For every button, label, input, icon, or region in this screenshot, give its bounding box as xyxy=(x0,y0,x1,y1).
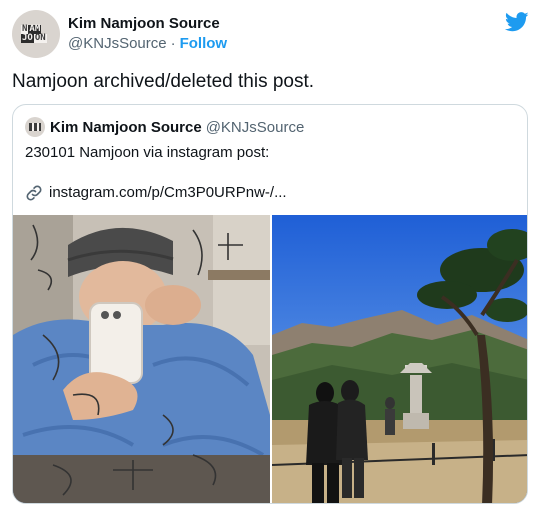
tweet-header: N AM JO ON Kim Namjoon Source @KNJsSource … xyxy=(12,10,535,58)
media-grid xyxy=(13,215,527,503)
quoted-tweet[interactable]: Kim Namjoon Source @KNJsSource 230101 Na… xyxy=(12,104,528,504)
quote-link-text: instagram.com/p/Cm3P0URPnw-/... xyxy=(49,184,287,201)
link-icon xyxy=(26,185,42,201)
tweet-text: Namjoon archived/deleted this post. xyxy=(12,71,315,92)
handle-row: @KNJsSource · Follow xyxy=(68,34,227,54)
user-block: Kim Namjoon Source @KNJsSource · Follow xyxy=(68,10,227,58)
follow-button[interactable]: Follow xyxy=(180,34,228,54)
handle[interactable]: @KNJsSource xyxy=(68,34,167,54)
avatar[interactable]: N AM JO ON xyxy=(12,10,60,58)
tweet-card: N AM JO ON Kim Namjoon Source @KNJsSource … xyxy=(0,0,547,509)
display-name[interactable]: Kim Namjoon Source xyxy=(68,14,227,34)
mountain-image xyxy=(272,215,527,503)
mirror-selfie-image xyxy=(13,215,270,503)
avatar-logo: N AM JO ON xyxy=(21,24,47,43)
quote-handle: @KNJsSource xyxy=(205,118,305,136)
photo-mirror-selfie[interactable] xyxy=(13,215,270,503)
separator-dot: · xyxy=(170,35,176,52)
twitter-bird-icon[interactable] xyxy=(505,12,529,32)
photo-mountain[interactable] xyxy=(272,215,527,503)
quote-text: 230101 Namjoon via instagram post: xyxy=(25,144,270,161)
quote-header: Kim Namjoon Source @KNJsSource xyxy=(25,117,304,137)
quote-link[interactable]: instagram.com/p/Cm3P0URPnw-/... xyxy=(25,183,287,203)
quote-display-name: Kim Namjoon Source xyxy=(50,118,202,136)
quote-avatar xyxy=(25,117,45,137)
